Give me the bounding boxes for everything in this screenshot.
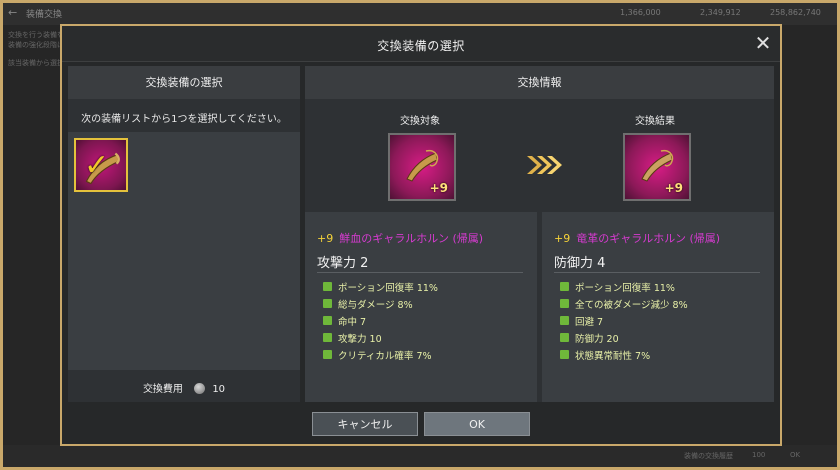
coin-icon — [194, 383, 206, 394]
result-item-name: +9 竜革のギャラルホルン (帰属) — [554, 230, 720, 246]
modal-header: 交換装備の選択 ✕ — [62, 26, 780, 62]
stat-row: 防御力 20 — [560, 329, 688, 346]
source-item-name: +9 鮮血のギャラルホルン (帰属) — [317, 230, 483, 246]
stat-text: 全ての被ダメージ減少 8% — [575, 299, 688, 311]
cost-value: 10 — [212, 384, 226, 395]
stat-row: クリティカル確率 7% — [323, 346, 438, 363]
exchange-modal: 交換装備の選択 ✕ 交換装備の選択 次の装備リストから1つを選択してください。 … — [60, 24, 782, 446]
stat-row: ポーション回復率 11% — [323, 278, 438, 295]
modal-title: 交換装備の選択 — [377, 39, 465, 53]
result-info-box: +9 竜革のギャラルホルン (帰属) 防御力 4 ポーション回復率 11% 全ての… — [542, 212, 774, 402]
source-item-level: +9 — [317, 232, 334, 245]
stat-text: 防御力 20 — [575, 333, 619, 345]
source-item-name-text: 鮮血のギャラルホルン (帰属) — [339, 232, 484, 245]
horn-item-icon — [641, 149, 674, 182]
source-enhance-level: +9 — [429, 181, 448, 195]
stat-icon — [323, 350, 332, 359]
background-bottom-text: 100 — [752, 451, 766, 459]
stat-row: 攻撃力 10 — [323, 329, 438, 346]
background-side-text: 該当装備から選択 — [8, 59, 64, 67]
check-icon: ✓ — [84, 148, 110, 183]
stat-icon — [560, 350, 569, 359]
stat-row: 全ての被ダメージ減少 8% — [560, 295, 688, 312]
background-bottom-text: 装備の交換履歴 — [684, 452, 733, 460]
background-right-panel — [782, 25, 837, 445]
stat-row: 回避 7 — [560, 312, 688, 329]
stat-text: ポーション回復率 11% — [338, 282, 438, 294]
stat-text: 回避 7 — [575, 316, 604, 328]
stat-row: ポーション回復率 11% — [560, 278, 688, 295]
left-panel-header: 交換装備の選択 — [68, 66, 300, 99]
back-arrow-icon: ← — [8, 6, 18, 19]
source-label: 交換対象 — [400, 116, 440, 127]
stat-row: 命中 7 — [323, 312, 438, 329]
exchange-info-panel: 交換情報 交換対象 +9 交換結果 +9 +9 鮮血のギャラルホルン (帰属) … — [305, 66, 774, 402]
result-item-name-text: 竜革のギャラルホルン (帰属) — [576, 232, 721, 245]
background-bottom-text: OK — [790, 451, 801, 459]
stat-icon — [323, 299, 332, 308]
equipment-list: ✓ — [68, 132, 300, 370]
close-icon[interactable]: ✕ — [752, 32, 774, 54]
stat-row: 総与ダメージ 8% — [323, 295, 438, 312]
cancel-button[interactable]: キャンセル — [312, 412, 418, 436]
exchange-cost: 交換費用 10 — [68, 380, 300, 395]
stat-text: 攻撃力 10 — [338, 333, 382, 345]
background-stat: 2,349,912 — [700, 8, 741, 17]
result-main-stat: 防御力 4 — [554, 256, 606, 271]
stat-text: 総与ダメージ 8% — [338, 299, 413, 311]
stat-icon — [323, 316, 332, 325]
result-enhance-level: +9 — [664, 181, 683, 195]
background-title: 装備交換 — [26, 10, 63, 20]
stat-icon — [560, 282, 569, 291]
stat-text: ポーション回復率 11% — [575, 282, 675, 294]
background-stat: 258,862,740 — [770, 8, 821, 17]
select-instruction: 次の装備リストから1つを選択してください。 — [81, 114, 287, 125]
stat-row: 状態異常耐性 7% — [560, 346, 688, 363]
stat-text: クリティカル確率 7% — [338, 350, 432, 362]
stat-icon — [560, 316, 569, 325]
source-info-box: +9 鮮血のギャラルホルン (帰属) 攻撃力 2 ポーション回復率 11% 総与ダ… — [305, 212, 537, 402]
cost-label: 交換費用 — [142, 384, 183, 395]
stat-text: 命中 7 — [338, 316, 367, 328]
background-stat: 1,366,000 — [620, 8, 661, 17]
equipment-slot-selected[interactable]: ✓ — [74, 138, 128, 192]
stat-icon — [323, 333, 332, 342]
stat-icon — [323, 282, 332, 291]
equipment-select-panel: 交換装備の選択 次の装備リストから1つを選択してください。 ✓ 交換費用 10 — [68, 66, 300, 402]
source-main-stat: 攻撃力 2 — [317, 256, 369, 271]
background-sidebar — [3, 25, 61, 445]
result-label: 交換結果 — [635, 116, 675, 127]
result-stat-list: ポーション回復率 11% 全ての被ダメージ減少 8% 回避 7 防御力 20 状… — [560, 278, 688, 363]
stat-icon — [560, 333, 569, 342]
ok-button[interactable]: OK — [424, 412, 530, 436]
result-item-level: +9 — [554, 232, 571, 245]
source-item-slot: +9 — [388, 133, 456, 201]
double-arrow-icon — [527, 156, 562, 174]
horn-item-icon — [406, 149, 439, 182]
divider — [317, 272, 523, 273]
stat-icon — [560, 299, 569, 308]
right-panel-header: 交換情報 — [305, 66, 774, 99]
source-stat-list: ポーション回復率 11% 総与ダメージ 8% 命中 7 攻撃力 10 クリティカ… — [323, 278, 438, 363]
stat-text: 状態異常耐性 7% — [575, 350, 651, 362]
result-item-slot: +9 — [623, 133, 691, 201]
divider — [554, 272, 760, 273]
